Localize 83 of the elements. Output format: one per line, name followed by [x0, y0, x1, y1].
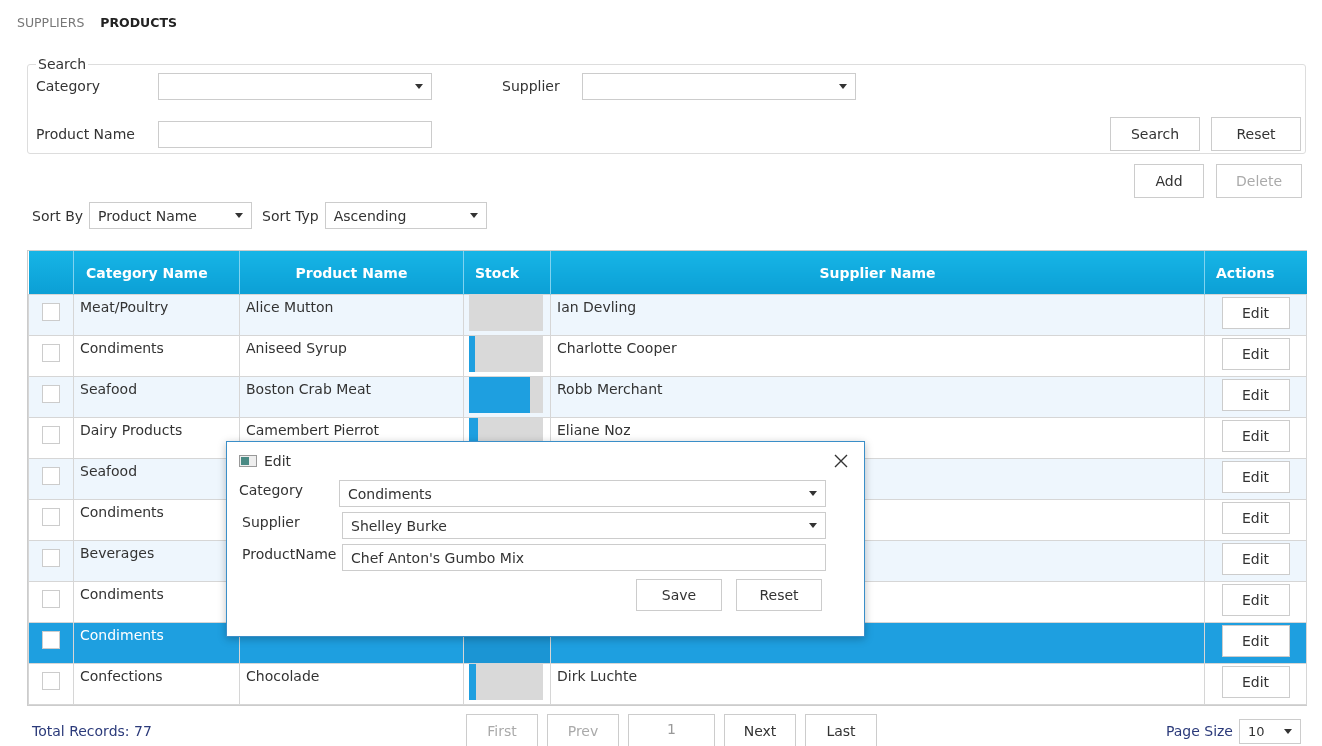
pager-button[interactable]: Next — [724, 714, 796, 746]
checkbox[interactable] — [42, 590, 60, 608]
table-cell: Condiments — [80, 340, 164, 356]
search-panel-button[interactable]: Reset — [1211, 117, 1301, 151]
table-cell: Ian Devling — [557, 299, 637, 315]
table-cell: Meat/Poultry — [80, 299, 169, 315]
sort-label: Sort By — [32, 207, 84, 224]
edit-button[interactable]: Edit — [1221, 379, 1290, 411]
caret-icon — [415, 83, 423, 89]
table-cell: Confections — [80, 668, 163, 684]
dropdown-field[interactable] — [582, 72, 856, 100]
field-label: ProductName — [241, 545, 338, 562]
table-cell: Condiments — [80, 627, 164, 643]
edit-button[interactable]: Edit — [1221, 543, 1290, 575]
checkbox[interactable] — [42, 385, 60, 403]
table-cell: Camembert Pierrot — [246, 422, 380, 438]
edit-button[interactable]: Edit — [1221, 338, 1290, 370]
dialog-button[interactable]: Save — [636, 579, 722, 611]
total-records: Total Records: 77 — [32, 723, 153, 739]
checkbox[interactable] — [42, 631, 60, 649]
search-legend: Search — [36, 56, 89, 72]
caret-icon — [1284, 728, 1292, 734]
sort-dropdown[interactable]: Ascending — [324, 202, 487, 229]
table-cell: Seafood — [80, 463, 138, 479]
edit-button[interactable]: Edit — [1221, 297, 1290, 329]
table-cell: Beverages — [80, 545, 155, 561]
table-cell: Dairy Products — [80, 422, 183, 438]
table-cell: Eliane Noz — [557, 422, 631, 438]
sort-label: Sort Typ — [262, 207, 319, 224]
tab[interactable]: PRODUCTS — [100, 14, 177, 30]
caret-icon — [235, 213, 244, 218]
edit-button[interactable]: Edit — [1221, 584, 1290, 616]
dropdown-field[interactable]: Shelley Burke — [342, 512, 826, 539]
page-size-dropdown[interactable]: 10 — [1239, 718, 1301, 744]
input-field[interactable] — [158, 120, 432, 148]
table-cell: Alice Mutton — [246, 299, 334, 315]
edit-button[interactable]: Edit — [1221, 420, 1290, 452]
table-cell: Condiments — [80, 504, 164, 520]
field-label: Category — [239, 481, 304, 498]
caret-icon — [469, 213, 478, 218]
dropdown-field[interactable] — [158, 72, 432, 100]
edit-button[interactable]: Edit — [1221, 625, 1290, 657]
edit-button[interactable]: Edit — [1221, 666, 1290, 698]
table-cell: Robb Merchant — [557, 381, 663, 397]
column-header: Stock — [463, 251, 551, 295]
edit-button[interactable]: Edit — [1221, 461, 1290, 493]
column-header: Supplier Name — [550, 251, 1205, 295]
pager-button[interactable]: Last — [805, 714, 877, 746]
page-size-label: Page Size — [1165, 723, 1233, 739]
checkbox[interactable] — [42, 344, 60, 362]
caret-icon — [809, 523, 817, 528]
sort-dropdown[interactable]: Product Name — [89, 202, 253, 229]
checkbox[interactable] — [42, 672, 60, 690]
column-header: Category Name — [73, 251, 240, 295]
caret-icon — [809, 491, 817, 496]
table-cell: Chocolade — [246, 668, 320, 684]
checkbox[interactable] — [42, 303, 60, 321]
input-field[interactable]: Chef Anton's Gumbo Mix — [342, 544, 826, 571]
field-label: Category — [36, 78, 101, 94]
checkbox[interactable] — [42, 508, 60, 526]
table-cell: Seafood — [80, 381, 138, 397]
table-cell: Charlotte Cooper — [557, 340, 677, 356]
table-cell: Aniseed Syrup — [246, 340, 347, 356]
checkbox[interactable] — [42, 467, 60, 485]
dialog-button[interactable]: Reset — [736, 579, 822, 611]
table-cell: Dirk Luchte — [557, 668, 638, 684]
edit-button[interactable]: Edit — [1221, 502, 1290, 534]
table-cell: Condiments — [80, 586, 164, 602]
checkbox[interactable] — [42, 426, 60, 444]
column-header: Product Name — [239, 251, 464, 295]
column-header: Actions — [1204, 251, 1307, 295]
close-icon[interactable] — [834, 454, 848, 468]
table-cell: Boston Crab Meat — [246, 381, 372, 397]
window-icon — [239, 455, 257, 467]
tab[interactable]: SUPPLIERS — [17, 14, 85, 30]
field-label: Supplier — [502, 78, 561, 94]
toolbar-button[interactable]: Add — [1134, 164, 1204, 198]
dropdown-field[interactable]: Condiments — [339, 480, 826, 507]
caret-icon — [839, 83, 847, 89]
field-label: Product Name — [36, 126, 136, 142]
checkbox[interactable] — [42, 549, 60, 567]
search-panel-button[interactable]: Search — [1110, 117, 1200, 151]
field-label: Supplier — [241, 513, 301, 530]
